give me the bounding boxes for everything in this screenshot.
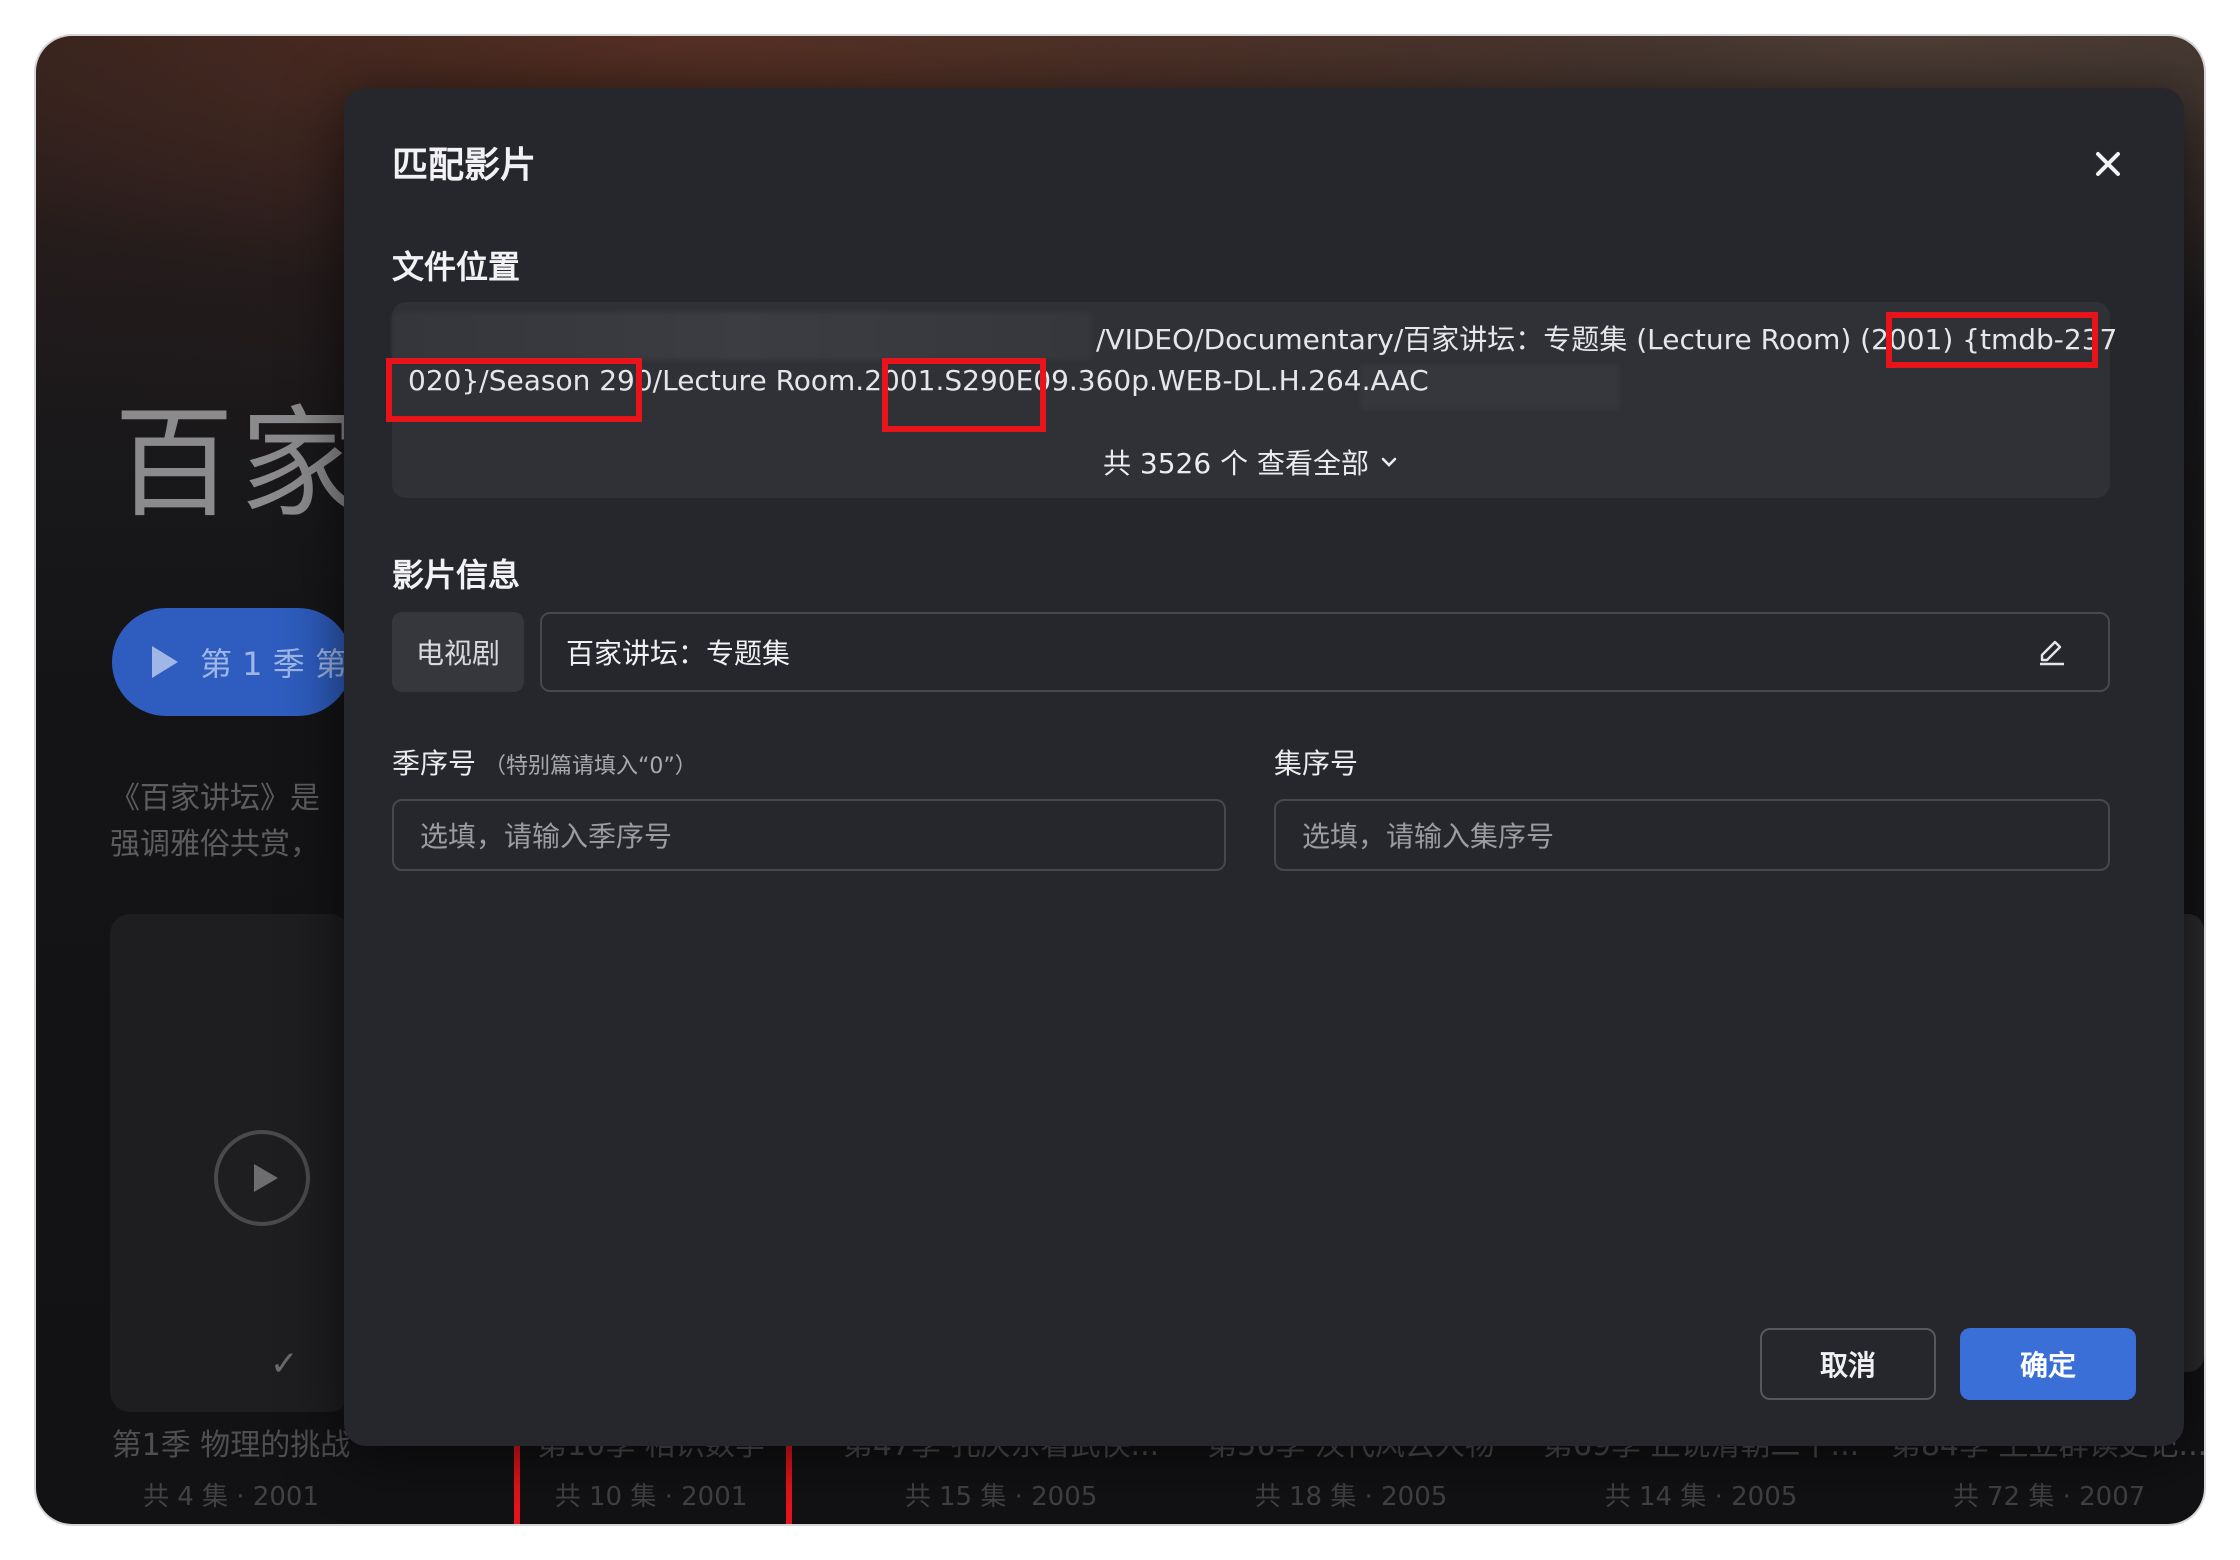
season-hint: （特别篇请填入“0”） [484, 754, 697, 779]
dialog-title: 匹配影片 [392, 145, 537, 186]
season-meta: 共 18 集 · 2005 [1254, 1482, 1448, 1512]
play-season-button[interactable]: 第 1 季 第 [112, 608, 352, 716]
season-meta: 共 4 集 · 2001 [142, 1482, 320, 1512]
media-title-value: 百家讲坛：专题集 [566, 637, 791, 670]
close-icon[interactable] [2086, 142, 2130, 186]
view-all-button[interactable]: 共 3526 个 查看全部 [392, 442, 2110, 482]
highlight-box [386, 358, 642, 422]
edit-icon[interactable] [2036, 636, 2068, 668]
match-media-dialog: 匹配影片 文件位置 /VIDEO/Documentary/百家讲坛：专题集 (L… [344, 88, 2184, 1446]
media-type-selector[interactable]: 电视剧 [392, 612, 524, 692]
season-meta: 共 72 集 · 2007 [1952, 1482, 2146, 1512]
season-item[interactable]: 第1季 物理的挑战 共 4 集 · 2001 [66, 1426, 396, 1513]
play-icon [152, 646, 178, 678]
show-title: 百家 [114, 395, 366, 534]
watched-check-icon: ✓ [270, 1344, 299, 1384]
episode-number-label: 集序号 [1274, 747, 1359, 780]
cancel-button[interactable]: 取消 [1760, 1328, 1936, 1400]
highlight-box [882, 358, 1046, 432]
season-number-label: 季序号 （特别篇请填入“0”） [392, 742, 697, 782]
redacted-region [392, 312, 1092, 360]
file-path-box: /VIDEO/Documentary/百家讲坛：专题集 (Lecture Roo… [386, 302, 2117, 498]
media-title-field[interactable]: 百家讲坛：专题集 [540, 612, 2110, 692]
description-line: 《百家讲坛》是 [110, 781, 320, 816]
season-meta: 共 14 集 · 2005 [1604, 1482, 1798, 1512]
chevron-down-icon [1381, 457, 1397, 467]
view-all-label: 共 3526 个 查看全部 [1103, 447, 1369, 480]
show-description: 《百家讲坛》是 强调雅俗共赏， [110, 776, 350, 868]
file-location-label: 文件位置 [392, 248, 521, 286]
episode-number-input[interactable]: 选填，请输入集序号 [1274, 799, 2110, 871]
description-line: 强调雅俗共赏， [110, 827, 320, 862]
highlight-box [1886, 312, 2098, 368]
play-circle-icon[interactable] [214, 1130, 310, 1226]
season-label-text: 季序号 [392, 747, 477, 780]
season-number-input[interactable]: 选填，请输入季序号 [392, 799, 1226, 871]
confirm-button[interactable]: 确定 [1960, 1328, 2136, 1400]
play-season-label: 第 1 季 第 [200, 645, 347, 683]
app-window: 百家 第 1 季 第 《百家讲坛》是 强调雅俗共赏， 沿、 。 ✓ 第1季 物理… [36, 36, 2204, 1524]
media-info-label: 影片信息 [392, 556, 521, 594]
season-card[interactable]: ✓ [110, 914, 350, 1412]
season-meta: 共 15 集 · 2005 [904, 1482, 1098, 1512]
